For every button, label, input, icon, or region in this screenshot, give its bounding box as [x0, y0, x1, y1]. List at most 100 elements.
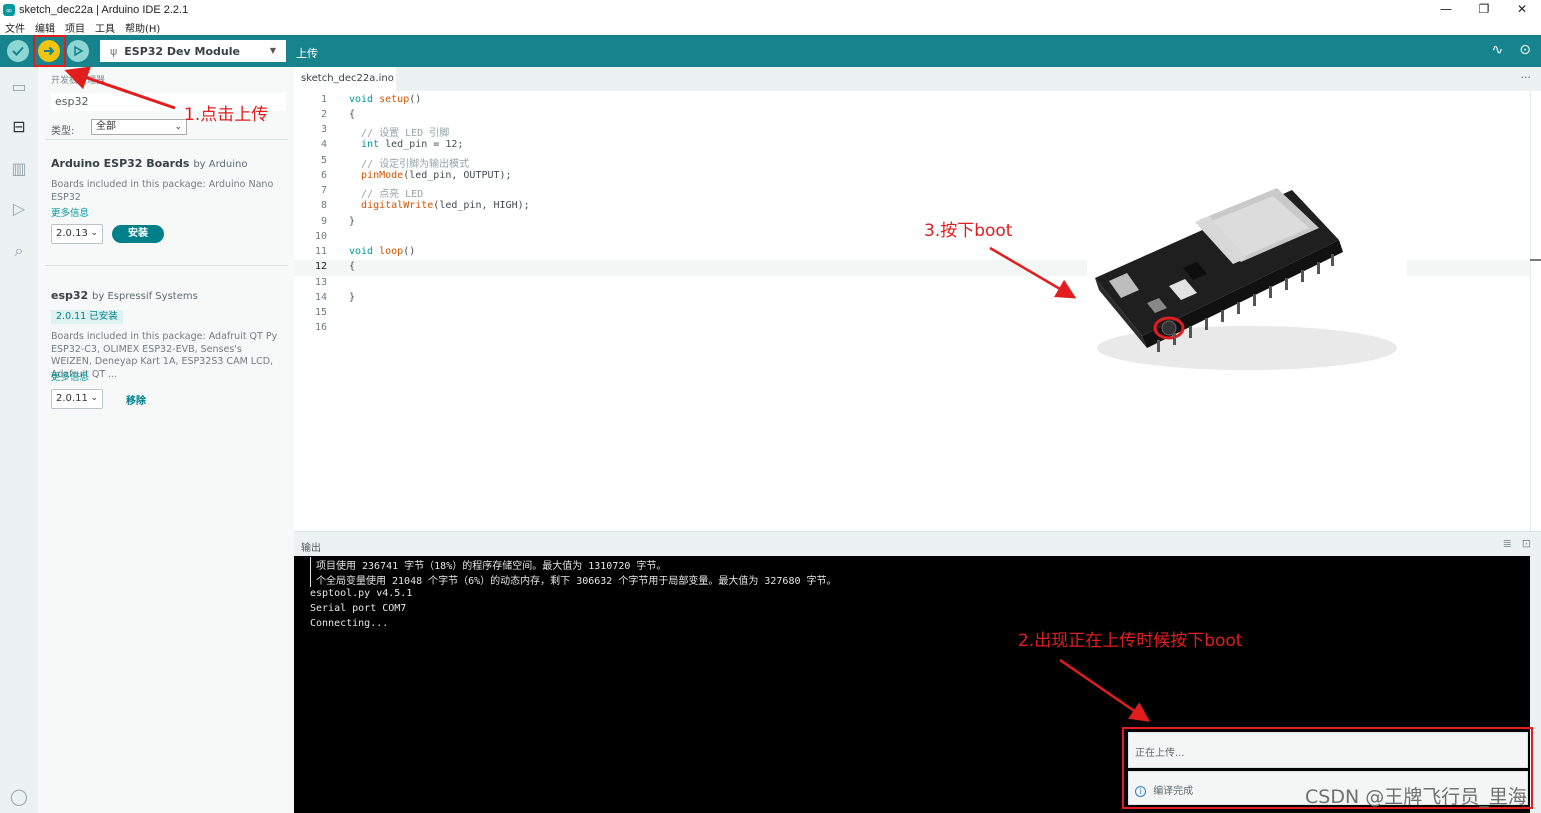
code-line: void setup() — [349, 94, 422, 105]
line-gutter: 1 2 3 4 5 6 7 8 9 10 11 12 13 14 15 16 — [294, 91, 349, 531]
activity-bar: ▭ ⊟ ▥ ▷ ⌕ ◯ — [0, 67, 38, 813]
more-info-link[interactable]: 更多信息 — [51, 205, 89, 219]
annotation-step2: 2.出现正在上传时候按下boot — [1018, 631, 1243, 651]
window-title: sketch_dec22a | Arduino IDE 2.2.1 — [19, 4, 189, 16]
code-line: { — [349, 109, 356, 120]
type-value: 全部 — [96, 121, 116, 132]
menu-sketch[interactable]: 项目 — [60, 20, 90, 35]
annotation-step3: 3.按下boot — [924, 221, 1013, 241]
line-number: 4 — [320, 139, 327, 150]
line-number: 14 — [314, 292, 327, 303]
library-icon[interactable]: ▥ — [9, 159, 29, 179]
chevron-down-icon: ⌄ — [90, 228, 98, 238]
esp32-board-image — [1087, 178, 1407, 381]
toolbar-action-label: 上传 — [296, 47, 318, 60]
code-line: digitalWrite(led_pin, HIGH); — [361, 200, 530, 211]
type-select[interactable]: 全部 ⌄ — [91, 119, 187, 135]
output-line: 项目使用 236741 字节（18%）的程序存储空间。最大值为 1310720 … — [310, 557, 666, 572]
line-number: 5 — [320, 155, 327, 166]
panel-title: 开发板管理器 — [51, 76, 106, 86]
version-value: 2.0.13 — [56, 228, 88, 239]
line-number: 13 — [314, 277, 327, 288]
remove-button[interactable]: 移除 — [126, 392, 146, 407]
board-name: ESP32 Dev Module — [124, 44, 240, 58]
code-line: int led_pin = 12; — [361, 139, 464, 150]
line-number: 6 — [320, 170, 327, 181]
usb-icon: ψ — [110, 44, 118, 58]
menu-help[interactable]: 帮助(H) — [120, 20, 165, 35]
line-number: 9 — [320, 216, 327, 227]
verify-button[interactable] — [7, 40, 29, 62]
install-button[interactable]: 安装 — [112, 225, 164, 243]
debug-icon[interactable]: ▷ — [9, 199, 29, 219]
package-name: Arduino ESP32 Boards — [51, 157, 190, 170]
debug-icon — [74, 45, 84, 57]
menu-tools[interactable]: 工具 — [90, 20, 120, 35]
output-line: esptool.py v4.5.1 — [310, 588, 413, 599]
menu-file[interactable]: 文件 — [0, 20, 30, 35]
debug-button[interactable] — [67, 40, 89, 62]
tab-sketch[interactable]: sketch_dec22a.ino — [294, 67, 396, 91]
line-number: 2 — [320, 109, 327, 120]
code-line: void loop() — [349, 246, 416, 257]
boards-manager-icon[interactable]: ⊟ — [9, 117, 29, 137]
watermark: CSDN @王牌飞行员_里海 — [1305, 786, 1527, 808]
line-number: 1 — [320, 94, 327, 105]
version-select[interactable]: 2.0.13 ⌄ — [51, 224, 103, 244]
line-number: 11 — [314, 246, 327, 257]
title-bar: ∞ sketch_dec22a | Arduino IDE 2.2.1 — ❐ … — [0, 0, 1541, 20]
output-header: 输出 ≣ ⊡ — [294, 531, 1541, 556]
more-icon[interactable]: ··· — [1521, 71, 1532, 84]
line-number: 3 — [320, 124, 327, 135]
folder-icon[interactable]: ▭ — [9, 77, 29, 97]
line-number: 8 — [320, 200, 327, 211]
account-icon[interactable]: ◯ — [9, 787, 29, 807]
code-line: // 点亮 LED — [361, 189, 424, 200]
more-info-link[interactable]: 更多信息 — [51, 369, 89, 383]
serial-monitor-icon[interactable]: ⊙ — [1519, 42, 1531, 58]
boards-manager-panel: 开发板管理器 esp32 类型: 全部 ⌄ Arduino ESP32 Boar… — [38, 67, 294, 813]
installed-badge: 2.0.11 已安装 — [51, 310, 123, 324]
maximize-button[interactable]: ❐ — [1465, 0, 1503, 20]
search-icon[interactable]: ⌕ — [9, 241, 29, 261]
close-button[interactable]: ✕ — [1503, 0, 1541, 20]
package-title: Arduino ESP32 Boards by Arduino — [51, 157, 247, 170]
line-number: 7 — [320, 185, 327, 196]
code-line: // 设定引脚为输出模式 — [361, 159, 470, 170]
window-controls: — ❐ ✕ — [1427, 0, 1541, 20]
scrollbar-marker — [1530, 259, 1541, 261]
arduino-logo-icon: ∞ — [3, 4, 15, 16]
editor-tabs: sketch_dec22a.ino ··· — [294, 67, 1541, 91]
output-line: 个全局变量使用 21048 个字节（6%）的动态内存，剩下 306632 个字节… — [310, 572, 837, 587]
line-number: 15 — [314, 307, 327, 318]
chevron-down-icon: ▼ — [269, 46, 276, 55]
upload-highlight-box — [33, 35, 66, 67]
output-line: Serial port COM7 — [310, 603, 407, 614]
code-line: { — [349, 261, 356, 272]
version-select[interactable]: 2.0.11 ⌄ — [51, 389, 103, 409]
divider — [45, 139, 288, 140]
type-label: 类型: — [51, 126, 75, 137]
chevron-down-icon: ⌄ — [90, 393, 98, 403]
divider — [45, 265, 288, 266]
checkmark-icon — [12, 46, 24, 56]
output-title: 输出 — [301, 543, 321, 554]
package-author: by Arduino — [193, 159, 248, 170]
package-name: esp32 — [51, 289, 89, 302]
lock-icon[interactable]: ⊡ — [1522, 537, 1531, 550]
version-value: 2.0.11 — [56, 393, 88, 404]
minimize-button[interactable]: — — [1427, 0, 1465, 20]
output-line: Connecting... — [310, 618, 389, 629]
line-number: 10 — [314, 231, 327, 242]
output-icons: ≣ ⊡ — [1503, 537, 1531, 550]
menu-edit[interactable]: 编辑 — [30, 20, 60, 35]
code-line: } — [349, 216, 356, 227]
board-selector[interactable]: ψ ESP32 Dev Module ▼ — [100, 40, 286, 62]
package-author: by Espressif Systems — [92, 291, 198, 302]
clear-output-icon[interactable]: ≣ — [1503, 537, 1512, 550]
menu-bar: 文件 编辑 项目 工具 帮助(H) — [0, 20, 1541, 35]
package-description: Boards included in this package: Arduino… — [51, 179, 274, 203]
package-title: esp32 by Espressif Systems — [51, 289, 198, 302]
serial-plotter-icon[interactable]: ∿ — [1492, 42, 1504, 58]
editor-scrollbar[interactable] — [1530, 91, 1541, 531]
